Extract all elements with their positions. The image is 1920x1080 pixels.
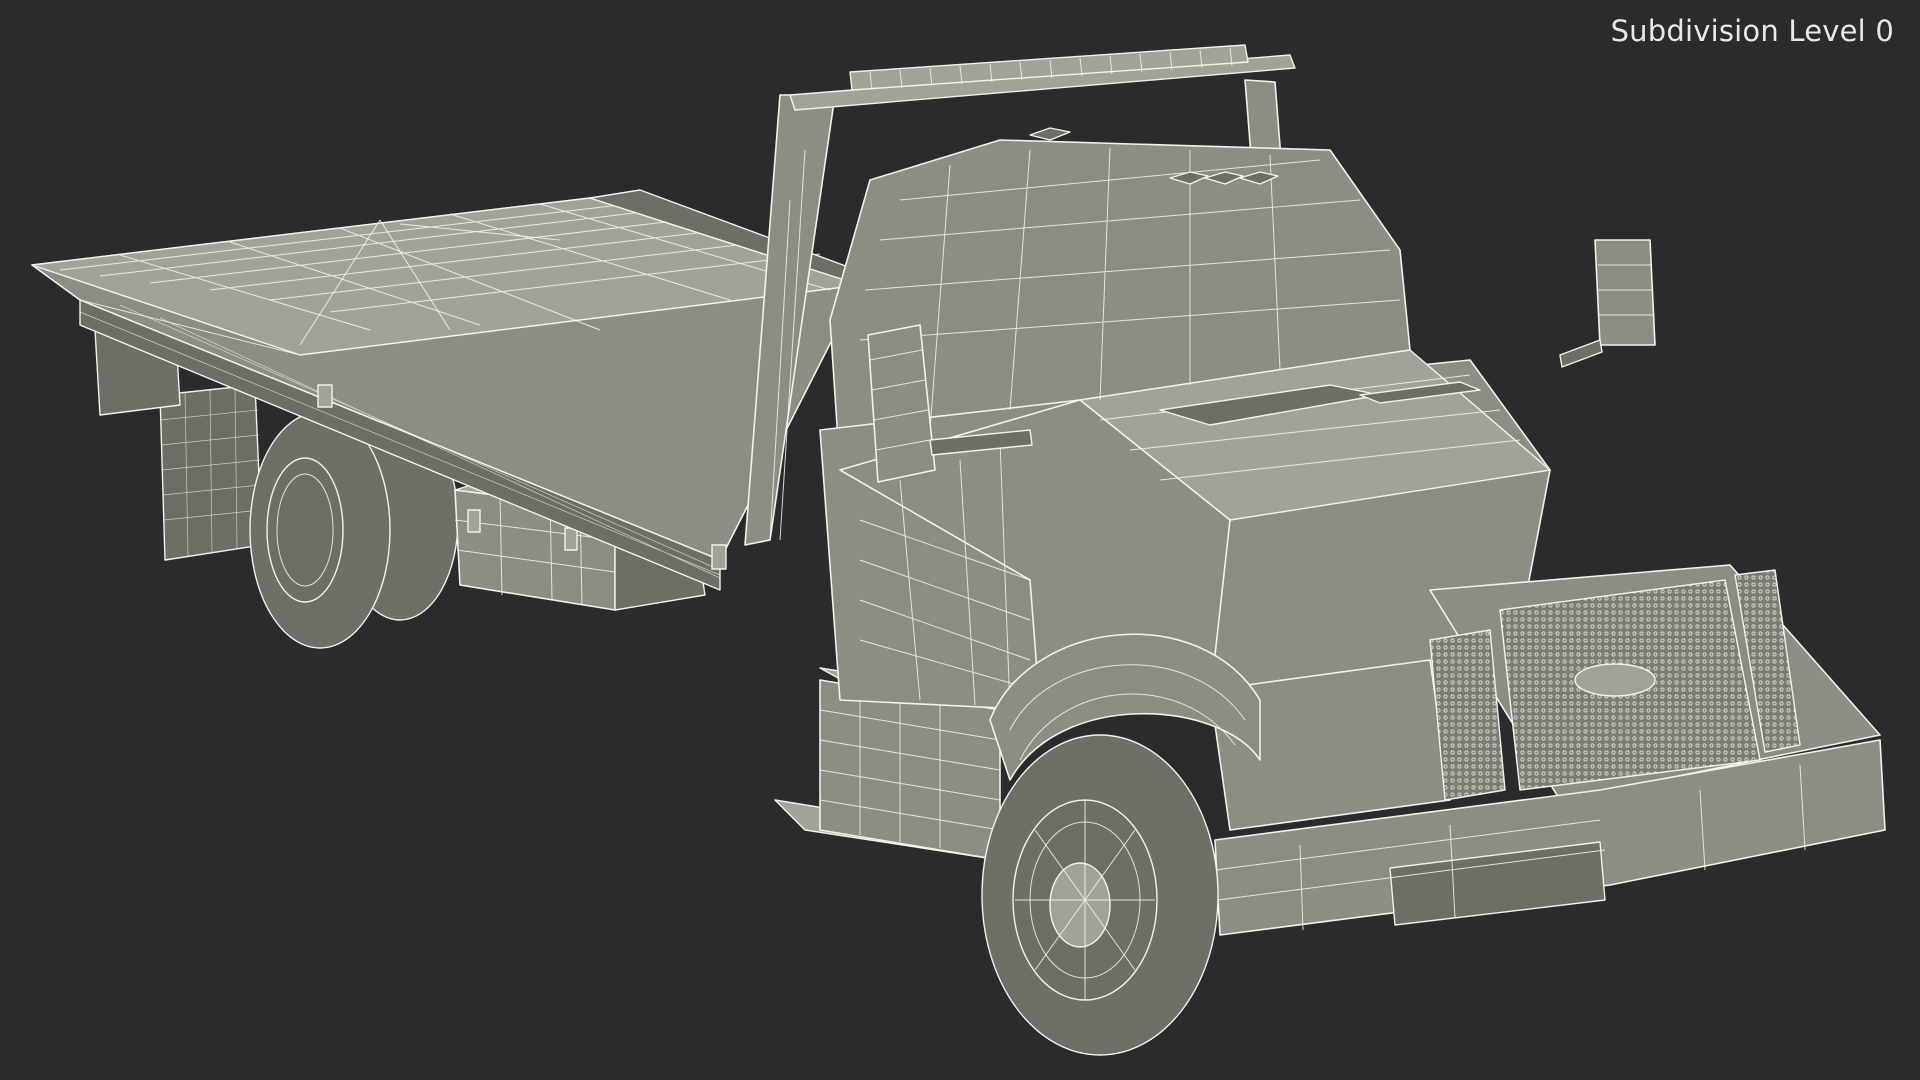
front-wheel	[981, 734, 1219, 1056]
3d-viewport[interactable]: Subdivision Level 0	[0, 0, 1920, 1080]
truck-wireframe-model	[31, 44, 1886, 1056]
subdivision-level-label: Subdivision Level 0	[1610, 14, 1894, 48]
